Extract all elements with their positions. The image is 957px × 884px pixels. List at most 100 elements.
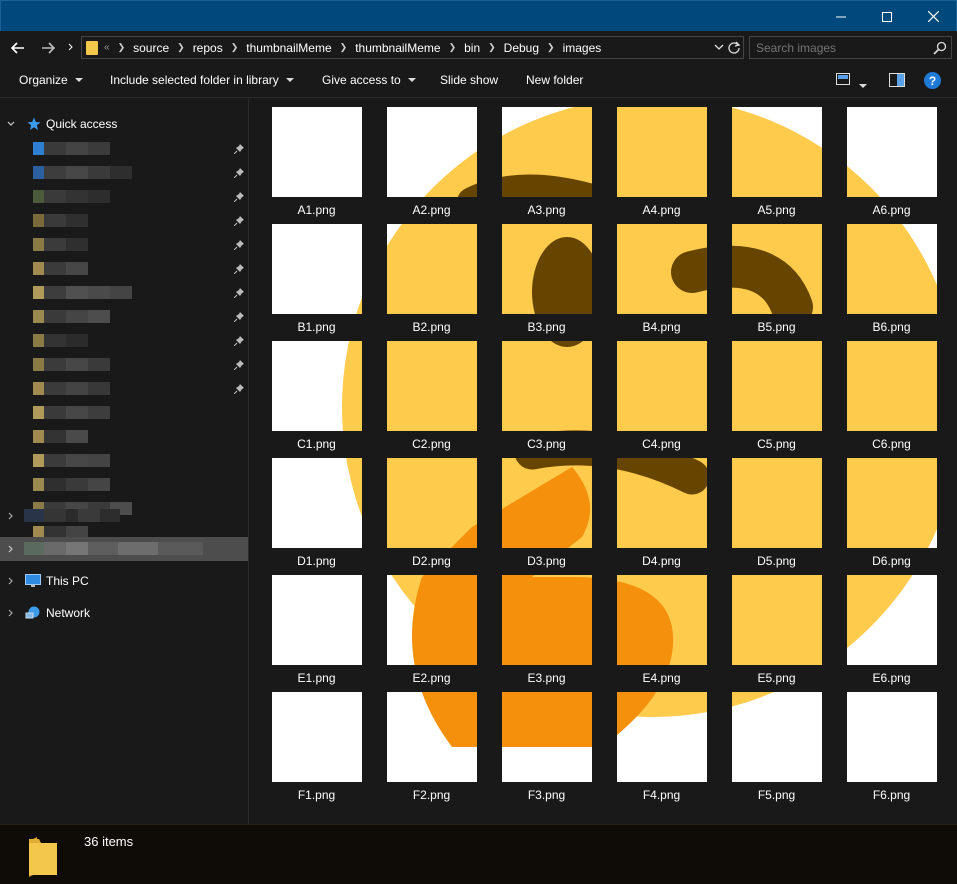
breadcrumb-thumbnailmeme[interactable]: thumbnailMeme	[246, 41, 331, 55]
give-access-button[interactable]: Give access to	[322, 73, 416, 87]
obscured-quick-access-item[interactable]	[33, 166, 132, 179]
file-item[interactable]: E2.png	[376, 567, 487, 685]
obscured-quick-access-item[interactable]	[33, 190, 110, 203]
obscured-quick-access-item[interactable]	[33, 478, 110, 491]
view-options-dropdown[interactable]	[859, 77, 867, 91]
nav-obscured-item-1[interactable]	[0, 504, 248, 528]
file-item[interactable]: B1.png	[261, 216, 372, 334]
forward-button[interactable]	[37, 37, 59, 59]
image-thumbnail	[732, 341, 822, 431]
obscured-quick-access-item[interactable]	[33, 262, 88, 275]
emoji-slice	[732, 692, 774, 707]
file-item[interactable]: D4.png	[606, 450, 717, 568]
file-item[interactable]: E4.png	[606, 567, 717, 685]
obscured-quick-access-item[interactable]	[33, 382, 110, 395]
nav-obscured-item-2-selected[interactable]	[0, 537, 248, 561]
file-item[interactable]: B3.png	[491, 216, 602, 334]
nav-network[interactable]: Network	[0, 601, 248, 625]
slide-show-button[interactable]: Slide show	[440, 73, 498, 87]
file-item[interactable]: D5.png	[721, 450, 832, 568]
obscured-quick-access-item[interactable]	[33, 214, 88, 227]
emoji-slice	[732, 341, 822, 431]
image-thumbnail	[732, 224, 822, 314]
file-item[interactable]: F1.png	[261, 684, 372, 802]
emoji-slice	[617, 341, 707, 431]
obscured-quick-access-item[interactable]	[33, 430, 88, 443]
file-item[interactable]: F5.png	[721, 684, 832, 802]
emoji-slice	[387, 458, 477, 548]
obscured-quick-access-item[interactable]	[33, 142, 110, 155]
preview-pane-button[interactable]	[889, 73, 905, 87]
file-name: E1.png	[297, 671, 336, 685]
breadcrumb-debug[interactable]: Debug	[504, 41, 539, 55]
file-item[interactable]: C3.png	[491, 333, 602, 451]
file-item[interactable]: B4.png	[606, 216, 717, 334]
nav-quick-access[interactable]: Quick access	[0, 112, 248, 136]
file-item[interactable]: C6.png	[836, 333, 947, 451]
obscured-quick-access-item[interactable]	[33, 454, 110, 467]
obscured-quick-access-item[interactable]	[33, 358, 110, 371]
obscured-quick-access-item[interactable]	[33, 406, 110, 419]
file-item[interactable]: D2.png	[376, 450, 487, 568]
file-item[interactable]: D3.png	[491, 450, 602, 568]
new-folder-button[interactable]: New folder	[526, 73, 583, 87]
organize-button[interactable]: Organize	[19, 73, 83, 87]
refresh-button[interactable]	[727, 40, 741, 54]
file-item[interactable]: D1.png	[261, 450, 372, 568]
file-item[interactable]: A5.png	[721, 99, 832, 217]
emoji-slice	[732, 575, 822, 665]
file-item[interactable]: C1.png	[261, 333, 372, 451]
help-button[interactable]: ?	[924, 72, 941, 89]
file-item[interactable]: B6.png	[836, 216, 947, 334]
search-box[interactable]	[749, 36, 952, 59]
nav-this-pc[interactable]: This PC	[0, 569, 248, 593]
file-item[interactable]: F6.png	[836, 684, 947, 802]
breadcrumb-repos[interactable]: repos	[193, 41, 223, 55]
maximize-button[interactable]	[864, 1, 910, 32]
close-button[interactable]	[910, 1, 956, 32]
back-button[interactable]	[7, 37, 29, 59]
file-item[interactable]: E1.png	[261, 567, 372, 685]
obscured-quick-access-item[interactable]	[33, 286, 132, 299]
file-item[interactable]: A2.png	[376, 99, 487, 217]
breadcrumb-overflow[interactable]: «	[104, 42, 110, 53]
file-item[interactable]: F4.png	[606, 684, 717, 802]
file-item[interactable]: B2.png	[376, 216, 487, 334]
obscured-quick-access-item[interactable]	[33, 334, 88, 347]
file-item[interactable]: F3.png	[491, 684, 602, 802]
file-item[interactable]: A3.png	[491, 99, 602, 217]
file-item[interactable]: A1.png	[261, 99, 372, 217]
details-pane: 36 items	[0, 824, 957, 884]
file-item[interactable]: C5.png	[721, 333, 832, 451]
file-item[interactable]: C4.png	[606, 333, 717, 451]
change-view-button[interactable]	[836, 73, 850, 85]
file-item[interactable]: E6.png	[836, 567, 947, 685]
search-input[interactable]	[756, 41, 926, 55]
pin-icon	[234, 264, 244, 274]
file-item[interactable]: B5.png	[721, 216, 832, 334]
file-item[interactable]: E3.png	[491, 567, 602, 685]
breadcrumb-images[interactable]: images	[563, 41, 602, 55]
file-item[interactable]: C2.png	[376, 333, 487, 451]
minimize-button[interactable]	[818, 1, 864, 32]
include-in-library-button[interactable]: Include selected folder in library	[110, 73, 294, 87]
breadcrumb-bin[interactable]: bin	[464, 41, 480, 55]
emoji-slice	[502, 341, 592, 431]
emoji-slice	[502, 224, 592, 314]
file-item[interactable]: E5.png	[721, 567, 832, 685]
address-bar[interactable]: « ❯ source ❯ repos ❯ thumbnailMeme ❯ thu…	[81, 36, 744, 59]
address-history-dropdown[interactable]	[713, 41, 725, 53]
file-item[interactable]: A4.png	[606, 99, 717, 217]
up-button[interactable]	[66, 43, 76, 53]
file-item[interactable]: A6.png	[836, 99, 947, 217]
breadcrumb-thumbnailmeme-project[interactable]: thumbnailMeme	[355, 41, 440, 55]
file-name: F6.png	[872, 788, 911, 802]
file-item[interactable]: F2.png	[376, 684, 487, 802]
image-thumbnail	[387, 458, 477, 548]
file-list[interactable]: A1.png A2.png A3.png A4.png A5.png A6.png B1.p…	[250, 99, 957, 824]
image-thumbnail	[502, 224, 592, 314]
obscured-quick-access-item[interactable]	[33, 310, 110, 323]
breadcrumb-source[interactable]: source	[133, 41, 169, 55]
obscured-quick-access-item[interactable]	[33, 238, 88, 251]
file-item[interactable]: D6.png	[836, 450, 947, 568]
